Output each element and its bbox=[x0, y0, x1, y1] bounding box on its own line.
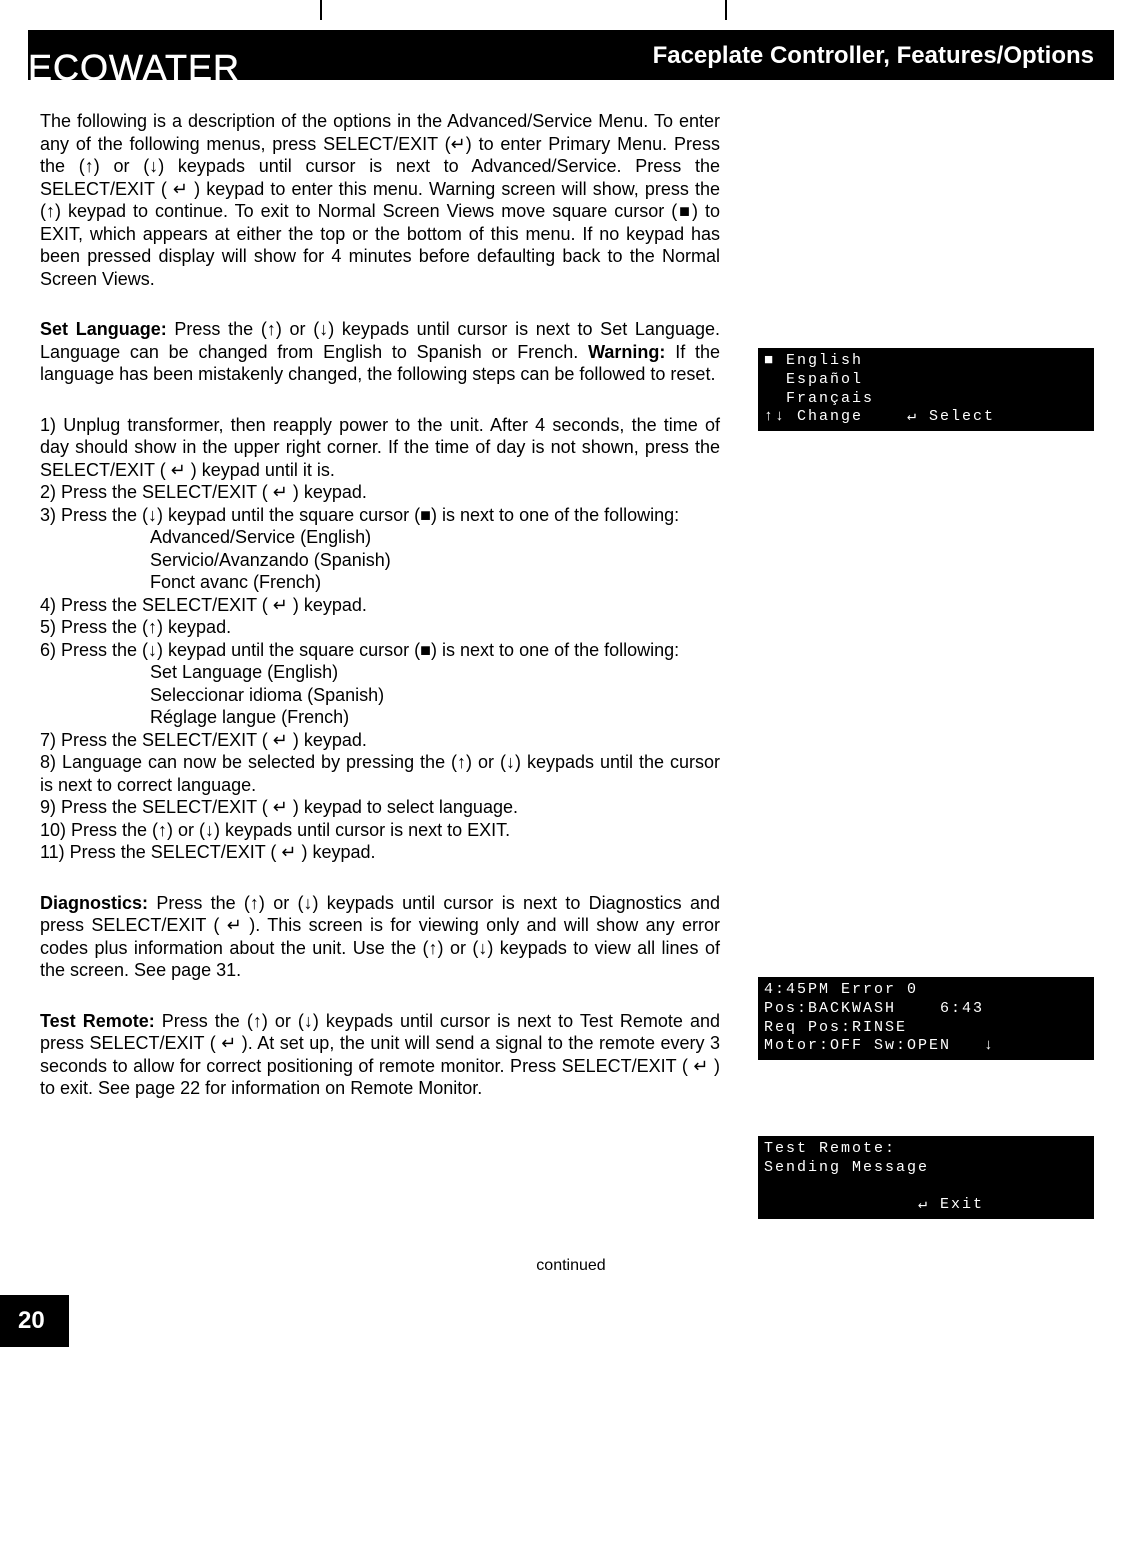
page-number-badge: 20 bbox=[0, 1295, 69, 1347]
list1-item: Advanced/Service (English) bbox=[150, 526, 720, 549]
step-11: 11) Press the SELECT/EXIT ( ↵ ) keypad. bbox=[40, 841, 720, 864]
intro-paragraph: The following is a description of the op… bbox=[40, 110, 720, 290]
lcd1-line2: Español bbox=[764, 371, 863, 388]
continued-label: continued bbox=[0, 1227, 1142, 1285]
lcd2-line1: 4:45PM Error 0 bbox=[764, 981, 918, 998]
lcd2-line2: Pos:BACKWASH 6:43 bbox=[764, 1000, 984, 1017]
test-remote-section: Test Remote: Press the (↑) or (↓) keypad… bbox=[40, 1010, 720, 1100]
warning-label: Warning: bbox=[588, 342, 665, 362]
page-title: Faceplate Controller, Features/Options bbox=[258, 30, 1114, 80]
list2-item: Seleccionar idioma (Spanish) bbox=[150, 684, 720, 707]
set-language-heading: Set Language: bbox=[40, 319, 174, 339]
lcd3-line4: ↵ Exit bbox=[764, 1196, 984, 1213]
step-4: 4) Press the SELECT/EXIT ( ↵ ) keypad. bbox=[40, 594, 720, 617]
test-remote-heading: Test Remote: bbox=[40, 1011, 162, 1031]
lcd-screen-test-remote: Test Remote: Sending Message ↵ Exit bbox=[750, 1128, 1102, 1227]
lcd3-line3 bbox=[764, 1178, 775, 1195]
step-10: 10) Press the (↑) or (↓) keypads until c… bbox=[40, 819, 720, 842]
list1-item: Servicio/Avanzando (Spanish) bbox=[150, 549, 720, 572]
lcd1-line1: ■ English bbox=[764, 352, 863, 369]
lcd3-line1: Test Remote: bbox=[764, 1140, 896, 1157]
steps-block-1: 1) Unplug transformer, then reapply powe… bbox=[40, 414, 720, 864]
lcd2-line3: Req Pos:RINSE bbox=[764, 1019, 907, 1036]
step-2: 2) Press the SELECT/EXIT ( ↵ ) keypad. bbox=[40, 481, 720, 504]
set-language-section: Set Language: Press the (↑) or (↓) keypa… bbox=[40, 318, 720, 386]
lcd3-line2: Sending Message bbox=[764, 1159, 929, 1176]
list2-item: Set Language (English) bbox=[150, 661, 720, 684]
diagnostics-heading: Diagnostics: bbox=[40, 893, 156, 913]
lcd1-line3: Français bbox=[764, 390, 874, 407]
logo: ECOWATER SYSTEMS bbox=[28, 50, 240, 92]
step-9: 9) Press the SELECT/EXIT ( ↵ ) keypad to… bbox=[40, 796, 720, 819]
lcd-screen-diagnostics: 4:45PM Error 0 Pos:BACKWASH 6:43 Req Pos… bbox=[750, 969, 1102, 1068]
step-8: 8) Language can now be selected by press… bbox=[40, 751, 720, 796]
lcd-screen-language: ■ English Español Français ↑↓ Change ↵ S… bbox=[750, 340, 1102, 439]
list2-item: Réglage langue (French) bbox=[150, 706, 720, 729]
step-5: 5) Press the (↑) keypad. bbox=[40, 616, 720, 639]
diagnostics-section: Diagnostics: Press the (↑) or (↓) keypad… bbox=[40, 892, 720, 982]
step-6: 6) Press the (↓) keypad until the square… bbox=[40, 639, 720, 662]
lcd2-line4: Motor:OFF Sw:OPEN ↓ bbox=[764, 1037, 995, 1054]
list1-item: Fonct avanc (French) bbox=[150, 571, 720, 594]
step-1: 1) Unplug transformer, then reapply powe… bbox=[40, 414, 720, 482]
lcd1-line4: ↑↓ Change ↵ Select bbox=[764, 408, 995, 425]
step-3: 3) Press the (↓) keypad until the square… bbox=[40, 504, 720, 527]
step-7: 7) Press the SELECT/EXIT ( ↵ ) keypad. bbox=[40, 729, 720, 752]
